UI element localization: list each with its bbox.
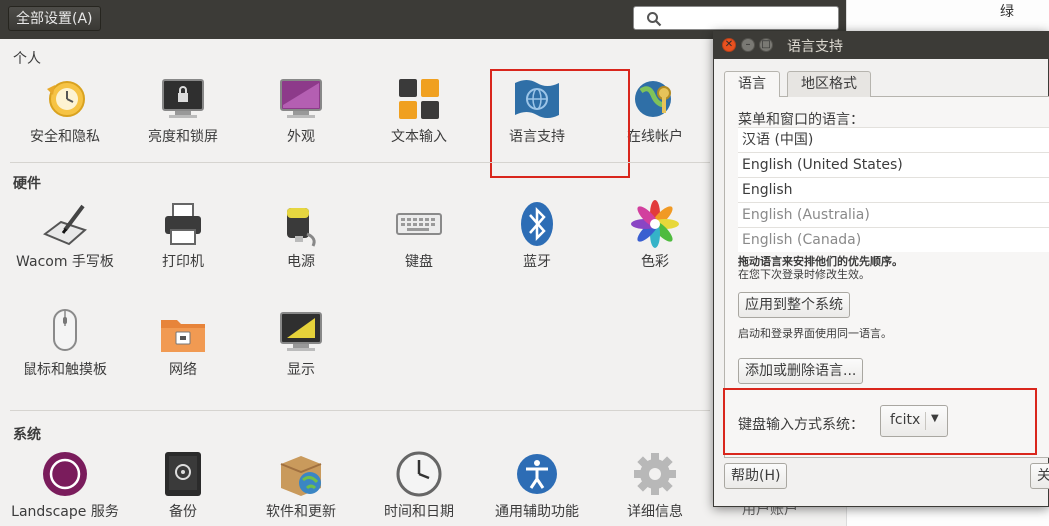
tile-label: 显示 bbox=[287, 362, 315, 378]
tile-security-privacy[interactable]: 安全和隐私 bbox=[10, 75, 120, 146]
install-remove-languages-button[interactable]: 添加或删除语言... bbox=[738, 358, 864, 384]
display-icon bbox=[277, 308, 325, 356]
tile-network[interactable]: 网络 bbox=[128, 308, 238, 379]
network-folder-icon bbox=[159, 308, 207, 356]
section-title-hardware: 硬件 bbox=[13, 176, 41, 192]
tile-label: 电源 bbox=[287, 254, 315, 270]
search-icon bbox=[647, 12, 662, 27]
keyboard-icon bbox=[395, 200, 443, 248]
printer-icon bbox=[159, 200, 207, 248]
close-icon: ✕ bbox=[724, 39, 734, 50]
section-divider bbox=[10, 162, 710, 163]
search-input[interactable] bbox=[633, 6, 839, 30]
tile-keyboard[interactable]: 键盘 bbox=[364, 200, 474, 271]
color-icon bbox=[631, 200, 679, 248]
tile-accessibility[interactable]: 通用辅助功能 bbox=[482, 450, 592, 521]
apply-system-wide-button[interactable]: 应用到整个系统 bbox=[738, 292, 850, 318]
mouse-icon bbox=[41, 308, 89, 356]
battery-icon bbox=[277, 200, 325, 248]
clock-icon bbox=[395, 450, 443, 498]
apply-note: 启动和登录界面使用同一语言。 bbox=[738, 327, 892, 340]
tile-label: 网络 bbox=[169, 362, 197, 378]
tab-regional-formats[interactable]: 地区格式 bbox=[787, 71, 871, 97]
tile-label: 亮度和锁屏 bbox=[148, 129, 218, 145]
monitor-lock-icon bbox=[159, 75, 207, 123]
keyboard-keys-icon bbox=[395, 75, 443, 123]
language-list-item[interactable]: English (Australia) bbox=[738, 202, 1049, 227]
tile-bluetooth[interactable]: 蓝牙 bbox=[482, 200, 592, 271]
maximize-icon: □ bbox=[761, 39, 771, 50]
tile-appearance[interactable]: 外观 bbox=[246, 75, 356, 146]
select-divider bbox=[925, 412, 926, 430]
help-button[interactable]: 帮助(H) bbox=[724, 463, 788, 489]
menu-language-label: 菜单和窗口的语言： bbox=[738, 112, 864, 128]
tile-color[interactable]: 色彩 bbox=[600, 200, 710, 271]
background-window-text: 绿 bbox=[1000, 4, 1014, 20]
tile-mouse[interactable]: 鼠标和触摸板 bbox=[10, 308, 120, 379]
tile-brightness-lock[interactable]: 亮度和锁屏 bbox=[128, 75, 238, 146]
tile-power[interactable]: 电源 bbox=[246, 200, 356, 271]
tile-label: 安全和隐私 bbox=[30, 129, 100, 145]
tile-backup[interactable]: 备份 bbox=[128, 450, 238, 521]
section-title-system: 系统 bbox=[13, 427, 41, 443]
tile-label: 通用辅助功能 bbox=[495, 504, 579, 520]
tile-label: 色彩 bbox=[641, 254, 669, 270]
gear-icon bbox=[631, 450, 679, 498]
tile-label: 键盘 bbox=[405, 254, 433, 270]
language-list-item[interactable]: English (Canada) bbox=[738, 227, 1049, 252]
tile-text-entry[interactable]: 文本输入 bbox=[364, 75, 474, 146]
tile-label: 蓝牙 bbox=[523, 254, 551, 270]
all-settings-button[interactable]: 全部设置(A) bbox=[8, 6, 101, 31]
tile-label: 打印机 bbox=[162, 254, 204, 270]
wacom-tablet-icon bbox=[41, 200, 89, 248]
tile-label: 外观 bbox=[287, 129, 315, 145]
tile-software-updates[interactable]: 软件和更新 bbox=[246, 450, 356, 521]
close-button[interactable]: 关 bbox=[1030, 463, 1049, 489]
landscape-icon bbox=[41, 450, 89, 498]
dialog-title: 语言支持 bbox=[787, 39, 843, 55]
tile-label: 文本输入 bbox=[391, 129, 447, 145]
tile-wacom[interactable]: Wacom 手写板 bbox=[10, 200, 120, 271]
tile-label: 时间和日期 bbox=[384, 504, 454, 520]
bluetooth-icon bbox=[513, 200, 561, 248]
tile-displays[interactable]: 显示 bbox=[246, 308, 356, 379]
section-divider bbox=[10, 410, 710, 411]
backup-safe-icon bbox=[159, 450, 207, 498]
accessibility-icon bbox=[513, 450, 561, 498]
language-list-item[interactable]: English (United States) bbox=[738, 152, 1049, 177]
tile-landscape[interactable]: Landscape 服务 bbox=[10, 450, 120, 521]
relogin-hint: 在您下次登录时修改生效。 bbox=[738, 268, 870, 281]
tile-label: 备份 bbox=[169, 504, 197, 520]
language-list-item[interactable]: 汉语 (中国) bbox=[738, 127, 1049, 152]
window-close-button[interactable]: ✕ bbox=[722, 38, 736, 52]
window-minimize-button[interactable]: – bbox=[741, 38, 755, 52]
chevron-down-icon: ▼ bbox=[931, 413, 939, 424]
online-accounts-icon bbox=[631, 75, 679, 123]
keyboard-input-method-value: fcitx bbox=[890, 412, 921, 428]
tile-label: 软件和更新 bbox=[266, 504, 336, 520]
tile-label: Landscape 服务 bbox=[11, 504, 119, 520]
section-title-personal: 个人 bbox=[13, 51, 41, 67]
keyboard-input-method-label: 键盘输入方式系统： bbox=[738, 417, 864, 433]
language-support-dialog: ✕ – □ 语言支持 语言 地区格式 菜单和窗口的语言： 汉语 (中国) Eng… bbox=[713, 31, 1049, 507]
tile-details[interactable]: 详细信息 bbox=[600, 450, 710, 521]
monitor-appearance-icon bbox=[277, 75, 325, 123]
tile-label: 鼠标和触摸板 bbox=[23, 362, 107, 378]
tile-label: 详细信息 bbox=[627, 504, 683, 520]
software-update-icon bbox=[277, 450, 325, 498]
dialog-titlebar: ✕ – □ 语言支持 bbox=[714, 32, 1048, 59]
tile-label: Wacom 手写板 bbox=[16, 254, 114, 270]
tile-printers[interactable]: 打印机 bbox=[128, 200, 238, 271]
keyboard-input-method-select[interactable]: fcitx ▼ bbox=[880, 405, 948, 437]
window-maximize-button[interactable]: □ bbox=[759, 38, 773, 52]
tab-language[interactable]: 语言 bbox=[724, 71, 780, 97]
tile-time-date[interactable]: 时间和日期 bbox=[364, 450, 474, 521]
minimize-icon: – bbox=[745, 39, 751, 50]
language-list: 汉语 (中国) English (United States) English … bbox=[738, 127, 1049, 252]
security-clock-icon bbox=[41, 75, 89, 123]
language-list-item[interactable]: English bbox=[738, 177, 1049, 202]
